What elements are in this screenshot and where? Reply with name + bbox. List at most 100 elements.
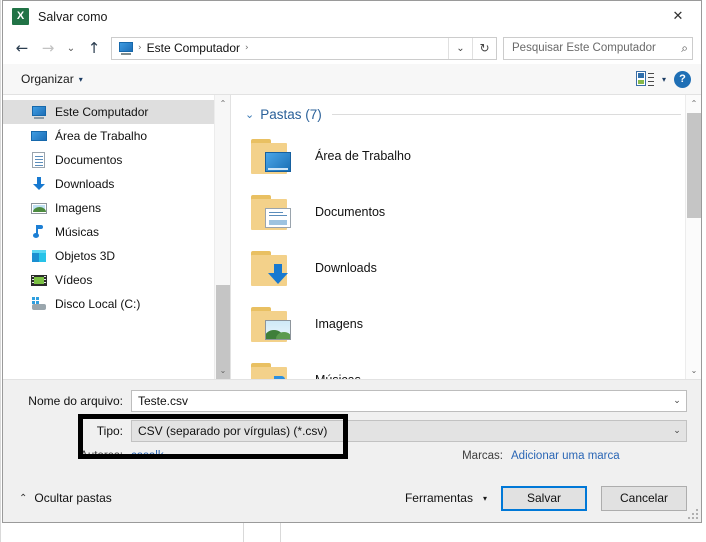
sidebar-item-disco-local-c[interactable]: Disco Local (C:) — [3, 292, 230, 316]
content-scrollbar[interactable]: ⌃ ⌄ — [685, 95, 701, 379]
hide-folders-button[interactable]: ⌃ Ocultar pastas — [19, 491, 112, 505]
organize-button[interactable]: Organizar ▾ — [21, 72, 83, 86]
chevron-down-icon[interactable]: ⌄ — [245, 108, 254, 121]
navigation-bar: ← → ⌄ ↑ › Este Computador › ⌄ ↻ ⌕ — [3, 32, 701, 64]
sidebar-item-documentos[interactable]: Documentos — [3, 148, 230, 172]
list-item[interactable]: Área de Trabalho — [231, 128, 701, 184]
metadata-row: Autores: casalk Marcas: Adicionar uma ma… — [17, 450, 687, 462]
breadcrumb-separator[interactable]: › — [243, 43, 251, 53]
tools-label: Ferramentas — [404, 491, 473, 505]
list-item[interactable]: Imagens — [231, 296, 701, 352]
toolbar-right-group: ▾ ? — [635, 70, 691, 88]
scroll-up-icon[interactable]: ⌃ — [215, 95, 230, 112]
scroll-down-icon[interactable]: ⌄ — [686, 362, 701, 379]
chevron-down-icon[interactable]: ⌄ — [668, 396, 686, 406]
sidebar-item-imagens[interactable]: Imagens — [3, 196, 230, 220]
search-input[interactable] — [512, 42, 679, 54]
list-item[interactable]: Documentos — [231, 184, 701, 240]
up-icon[interactable]: ↑ — [81, 36, 107, 60]
filetype-row: Tipo: CSV (separado por vírgulas) (*.csv… — [17, 420, 687, 442]
chevron-down-icon[interactable]: ⌄ — [668, 426, 686, 436]
folder-pictures-icon — [251, 304, 297, 344]
close-icon[interactable]: ✕ — [655, 1, 701, 31]
group-divider — [331, 114, 681, 115]
filename-label: Nome do arquivo: — [28, 394, 123, 408]
back-icon[interactable]: ← — [9, 36, 35, 60]
desktop-icon — [31, 128, 47, 144]
filename-input[interactable] — [132, 391, 668, 411]
filetype-value[interactable]: CSV (separado por vírgulas) (*.csv) — [132, 421, 668, 441]
refresh-icon[interactable]: ↻ — [472, 37, 496, 59]
filetype-combo[interactable]: CSV (separado por vírgulas) (*.csv) ⌄ — [131, 420, 687, 442]
tags-label: Marcas: — [462, 450, 503, 462]
list-item-label: Imagens — [315, 317, 363, 331]
add-tag-link[interactable]: Adicionar uma marca — [511, 450, 620, 462]
scroll-down-icon[interactable]: ⌄ — [215, 362, 230, 379]
sidebar-item-label: Documentos — [55, 153, 123, 167]
objects3d-icon — [31, 248, 47, 264]
scroll-up-icon[interactable]: ⌃ — [686, 95, 701, 112]
group-header-label: Pastas (7) — [260, 107, 322, 122]
forward-icon: → — [41, 39, 55, 57]
address-bar[interactable]: › Este Computador › ⌄ ↻ — [111, 36, 497, 60]
sidebar-item-objetos-3d[interactable]: Objetos 3D — [3, 244, 230, 268]
folder-downloads-icon — [251, 248, 297, 288]
chevron-down-icon: ▾ — [482, 493, 487, 503]
view-layout-icon[interactable] — [635, 71, 654, 87]
address-dropdown-icon[interactable]: ⌄ — [448, 37, 472, 59]
sidebar-item-area-de-trabalho[interactable]: Área de Trabalho — [3, 124, 230, 148]
save-button[interactable]: Salvar — [501, 485, 587, 511]
list-item[interactable]: Músicas — [231, 352, 701, 379]
authors-value[interactable]: casalk — [131, 450, 164, 462]
downloads-icon — [31, 176, 47, 192]
computer-icon — [118, 41, 134, 55]
sidebar-item-label: Músicas — [55, 225, 100, 239]
cancel-button[interactable]: Cancelar — [601, 485, 687, 511]
filetype-label: Tipo: — [96, 424, 123, 438]
list-item[interactable]: Downloads — [231, 240, 701, 296]
search-icon[interactable]: ⌕ — [678, 41, 688, 56]
list-item-label: Músicas — [315, 373, 361, 379]
disk-icon — [31, 296, 47, 312]
folder-list: Área de Trabalho Documentos Downloads Im… — [231, 122, 701, 379]
dialog-footer: ⌃ Ocultar pastas Ferramentas ▾ Salvar Ca… — [3, 474, 701, 522]
file-list-pane: ⌄ Pastas (7) Área de Trabalho Documentos… — [231, 95, 701, 379]
recent-locations-icon[interactable]: ⌄ — [61, 36, 81, 60]
filename-combo[interactable]: ⌄ — [131, 390, 687, 412]
view-dropdown-icon[interactable]: ▾ — [662, 75, 666, 84]
sidebar-item-label: Área de Trabalho — [55, 129, 148, 143]
list-item-label: Documentos — [315, 205, 386, 219]
tools-button[interactable]: Ferramentas ▾ — [405, 491, 487, 505]
list-item-label: Downloads — [315, 261, 377, 275]
breadcrumb-item-0[interactable]: Este Computador — [144, 41, 243, 55]
sidebar-item-este-computador[interactable]: Este Computador — [3, 100, 230, 124]
resize-grip[interactable] — [688, 509, 698, 519]
sidebar-scrollbar[interactable]: ⌃ ⌄ — [214, 95, 230, 379]
help-icon[interactable]: ? — [674, 70, 691, 88]
list-item-label: Área de Trabalho — [315, 149, 411, 163]
scrollbar-thumb[interactable] — [687, 113, 701, 218]
sidebar-item-musicas[interactable]: Músicas — [3, 220, 230, 244]
backdrop-line — [0, 0, 1, 542]
sidebar-item-downloads[interactable]: Downloads — [3, 172, 230, 196]
group-header-pastas[interactable]: ⌄ Pastas (7) — [231, 95, 701, 122]
folder-desktop-icon — [251, 136, 297, 176]
navigation-pane: Este Computador Área de Trabalho Documen… — [3, 95, 231, 379]
sidebar-list: Este Computador Área de Trabalho Documen… — [3, 95, 230, 316]
save-form: Nome do arquivo: ⌄ Tipo: CSV (separado p… — [3, 380, 701, 474]
save-as-dialog: X Salvar como ✕ ← → ⌄ ↑ › Este Computado… — [2, 0, 702, 523]
music-icon — [31, 224, 47, 240]
sidebar-item-label: Disco Local (C:) — [55, 297, 141, 311]
folder-documents-icon — [251, 192, 297, 232]
sidebar-item-videos[interactable]: Vídeos — [3, 268, 230, 292]
breadcrumb-separator: › — [138, 43, 142, 53]
organize-label: Organizar — [21, 72, 74, 86]
hide-folders-label: Ocultar pastas — [34, 491, 112, 505]
pictures-icon — [31, 200, 47, 216]
authors-label: Autores: — [80, 450, 123, 462]
videos-icon — [31, 272, 47, 288]
breadcrumb[interactable]: › Este Computador › — [112, 41, 448, 55]
computer-icon — [31, 104, 47, 120]
search-box[interactable]: ⌕ — [503, 36, 693, 60]
sidebar-item-label: Vídeos — [55, 273, 93, 287]
